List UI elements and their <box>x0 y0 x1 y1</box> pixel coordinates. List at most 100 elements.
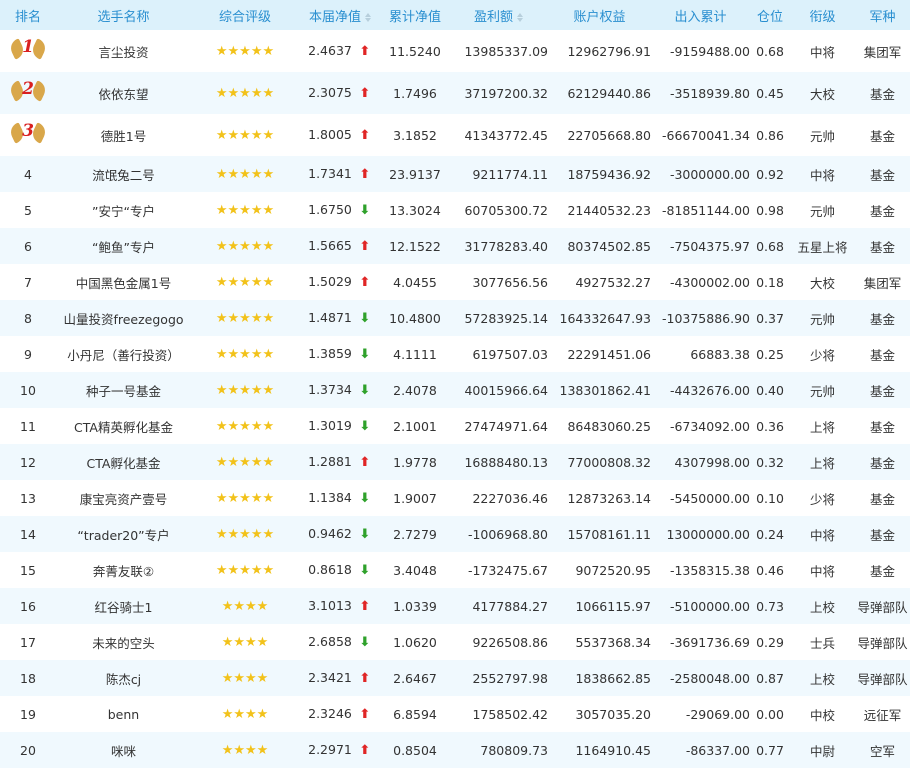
player-name-link[interactable]: CTA孵化基金 <box>56 444 191 480</box>
flow-cell: -7504375.97 <box>669 238 750 254</box>
table-row[interactable]: 3 德胜1号 ★★★★★ 1.8005 ⬆ 3.1852 41343772.45 227056… <box>0 114 910 156</box>
table-row[interactable]: 14 “trader20”专户 ★★★★★ 0.9462 ⬇ 2.7279 -1006968… <box>0 516 910 552</box>
rank-cell: 15 <box>20 562 36 578</box>
player-name-link[interactable]: 奔菁友联② <box>56 552 191 588</box>
table-row[interactable]: 6 “鲍鱼”专户 ★★★★★ 1.5665 ⬆ 12.1522 31778283.40 803… <box>0 228 910 264</box>
rating-stars-icon: ★★★★★ <box>215 562 275 578</box>
rating-stars-icon: ★★★★★ <box>215 490 275 506</box>
title-cell: 上将 <box>809 455 835 471</box>
cum-nav-cell: 10.4800 <box>389 310 441 326</box>
flow-cell: -3000000.00 <box>669 166 750 182</box>
col-title-header[interactable]: 衔级 <box>790 0 855 30</box>
player-name-link[interactable]: “鲍鱼”专户 <box>56 228 191 264</box>
col-equity-header[interactable]: 账户权益 <box>548 0 651 30</box>
rating-stars-icon: ★★★★★ <box>215 346 275 362</box>
player-name-link[interactable]: 中国黑色金属1号 <box>56 264 191 300</box>
table-row[interactable]: 10 种子一号基金 ★★★★★ 1.3734 ⬇ 2.4078 40015966.64 138… <box>0 372 910 408</box>
army-cell: 基金 <box>869 239 895 255</box>
nav-value: 1.5665 <box>308 238 352 253</box>
player-name-link[interactable]: benn <box>56 696 191 732</box>
nav-value: 2.3421 <box>308 670 352 685</box>
col-position-header[interactable]: 仓位 <box>750 0 790 30</box>
table-row[interactable]: 15 奔菁友联② ★★★★★ 0.8618 ⬇ 3.4048 -1732475.67 9072… <box>0 552 910 588</box>
col-profit-header[interactable]: 盈利额 <box>449 0 548 30</box>
player-name-link[interactable]: 红谷骑士1 <box>56 588 191 624</box>
table-row[interactable]: 19 benn ★★★★ 2.3246 ⬆ 6.8594 1758502.42 3057035… <box>0 696 910 732</box>
player-name-link[interactable]: 德胜1号 <box>56 114 191 156</box>
col-nav-header[interactable]: 本届净值 <box>299 0 381 30</box>
col-cum-nav-header[interactable]: 累计净值 <box>381 0 449 30</box>
army-cell: 基金 <box>869 128 895 144</box>
player-name-link[interactable]: 未来的空头 <box>56 624 191 660</box>
rating-stars-icon: ★★★★★ <box>215 238 275 254</box>
table-row[interactable]: 12 CTA孵化基金 ★★★★★ 1.2881 ⬆ 1.9778 16888480.13 77… <box>0 444 910 480</box>
table-row[interactable]: 18 陈杰cj ★★★★ 2.3421 ⬆ 2.6467 2552797.98 1838662… <box>0 660 910 696</box>
table-body: 1 言尘投资 ★★★★★ 2.4637 ⬆ 11.5240 13985337.09 12962… <box>0 30 910 768</box>
player-name-link[interactable]: “trader20”专户 <box>56 516 191 552</box>
player-name-link[interactable]: 依依东望 <box>56 72 191 114</box>
table-row[interactable]: 2 依依东望 ★★★★★ 2.3075 ⬆ 1.7496 37197200.32 621294… <box>0 72 910 114</box>
army-cell: 基金 <box>869 491 895 507</box>
col-army-header[interactable]: 军种 <box>855 0 910 30</box>
nav-value: 1.1384 <box>308 490 352 505</box>
profit-cell: 16888480.13 <box>464 454 548 470</box>
arrow-up-icon: ⬆ <box>359 671 371 686</box>
rank-cell: 5 <box>24 202 32 218</box>
title-cell: 元帅 <box>809 311 835 327</box>
player-name-link[interactable]: 咪咪 <box>56 732 191 768</box>
flow-cell: -10375886.90 <box>661 310 750 326</box>
profit-cell: 4177884.27 <box>472 598 548 614</box>
nav-cell: 1.1384 ⬇ <box>299 480 381 516</box>
position-cell: 0.18 <box>756 274 784 290</box>
cum-nav-cell: 23.9137 <box>389 166 441 182</box>
title-cell: 元帅 <box>809 383 835 399</box>
player-name-link[interactable]: 陈杰cj <box>56 660 191 696</box>
arrow-up-icon: ⬆ <box>359 167 371 182</box>
arrow-up-icon: ⬆ <box>359 44 371 59</box>
cum-nav-cell: 1.9007 <box>393 490 437 506</box>
player-name-link[interactable]: 流氓兔二号 <box>56 156 191 192</box>
flow-cell: 13000000.00 <box>666 526 750 542</box>
col-flow-header[interactable]: 出入累计 <box>651 0 750 30</box>
table-row[interactable]: 13 康宝亮资产壹号 ★★★★★ 1.1384 ⬇ 1.9007 2227036.46 128… <box>0 480 910 516</box>
table-row[interactable]: 16 红谷骑士1 ★★★★ 3.1013 ⬆ 1.0339 4177884.27 106611… <box>0 588 910 624</box>
table-row[interactable]: 7 中国黑色金属1号 ★★★★★ 1.5029 ⬆ 4.0455 3077656.56 492… <box>0 264 910 300</box>
col-rank-header[interactable]: 排名 <box>0 0 56 30</box>
player-name-link[interactable]: ”安宁“专户 <box>56 192 191 228</box>
position-cell: 0.40 <box>756 382 784 398</box>
nav-cell: 1.6750 ⬇ <box>299 192 381 228</box>
army-cell: 集团军 <box>863 275 902 291</box>
position-cell: 0.98 <box>756 202 784 218</box>
rank-cell: 12 <box>20 454 36 470</box>
army-cell: 导弹部队 <box>857 635 908 651</box>
player-name-link[interactable]: 种子一号基金 <box>56 372 191 408</box>
player-name-link[interactable]: 言尘投资 <box>56 30 191 72</box>
rating-stars-icon: ★★★★★ <box>215 85 275 101</box>
table-row[interactable]: 4 流氓兔二号 ★★★★★ 1.7341 ⬆ 23.9137 9211774.11 18759… <box>0 156 910 192</box>
player-name-link[interactable]: 小丹尼（善行投资） <box>56 336 191 372</box>
col-rating-header[interactable]: 综合评级 <box>191 0 299 30</box>
equity-cell: 18759436.92 <box>567 166 651 182</box>
rank-cell: 14 <box>20 526 36 542</box>
table-row[interactable]: 8 山量投资freezegogo ★★★★★ 1.4871 ⬇ 10.4800 572839… <box>0 300 910 336</box>
player-name-link[interactable]: CTA精英孵化基金 <box>56 408 191 444</box>
title-cell: 上校 <box>809 599 835 615</box>
player-name-link[interactable]: 山量投资freezegogo <box>56 300 191 336</box>
table-row[interactable]: 1 言尘投资 ★★★★★ 2.4637 ⬆ 11.5240 13985337.09 12962… <box>0 30 910 72</box>
table-row[interactable]: 20 咪咪 ★★★★ 2.2971 ⬆ 0.8504 780809.73 1164910.45… <box>0 732 910 768</box>
position-cell: 0.32 <box>756 454 784 470</box>
flow-cell: -6734092.00 <box>669 418 750 434</box>
player-name-link[interactable]: 康宝亮资产壹号 <box>56 480 191 516</box>
table-row[interactable]: 9 小丹尼（善行投资） ★★★★★ 1.3859 ⬇ 4.1111 6197507.03 22… <box>0 336 910 372</box>
table-row[interactable]: 17 未来的空头 ★★★★ 2.6858 ⬇ 1.0620 9226508.86 553736… <box>0 624 910 660</box>
arrow-down-icon: ⬇ <box>359 491 371 506</box>
rating-stars-icon: ★★★★★ <box>215 418 275 434</box>
table-row[interactable]: 11 CTA精英孵化基金 ★★★★★ 1.3019 ⬇ 2.1001 27474971.64… <box>0 408 910 444</box>
nav-cell: 0.9462 ⬇ <box>299 516 381 552</box>
rank-cell: 3 <box>0 114 56 156</box>
flow-cell: -5450000.00 <box>669 490 750 506</box>
table-row[interactable]: 5 ”安宁“专户 ★★★★★ 1.6750 ⬇ 13.3024 60705300.72 214… <box>0 192 910 228</box>
rating-stars-icon: ★★★★ <box>221 670 269 686</box>
profit-cell: 780809.73 <box>480 742 548 758</box>
col-name-header[interactable]: 选手名称 <box>56 0 191 30</box>
